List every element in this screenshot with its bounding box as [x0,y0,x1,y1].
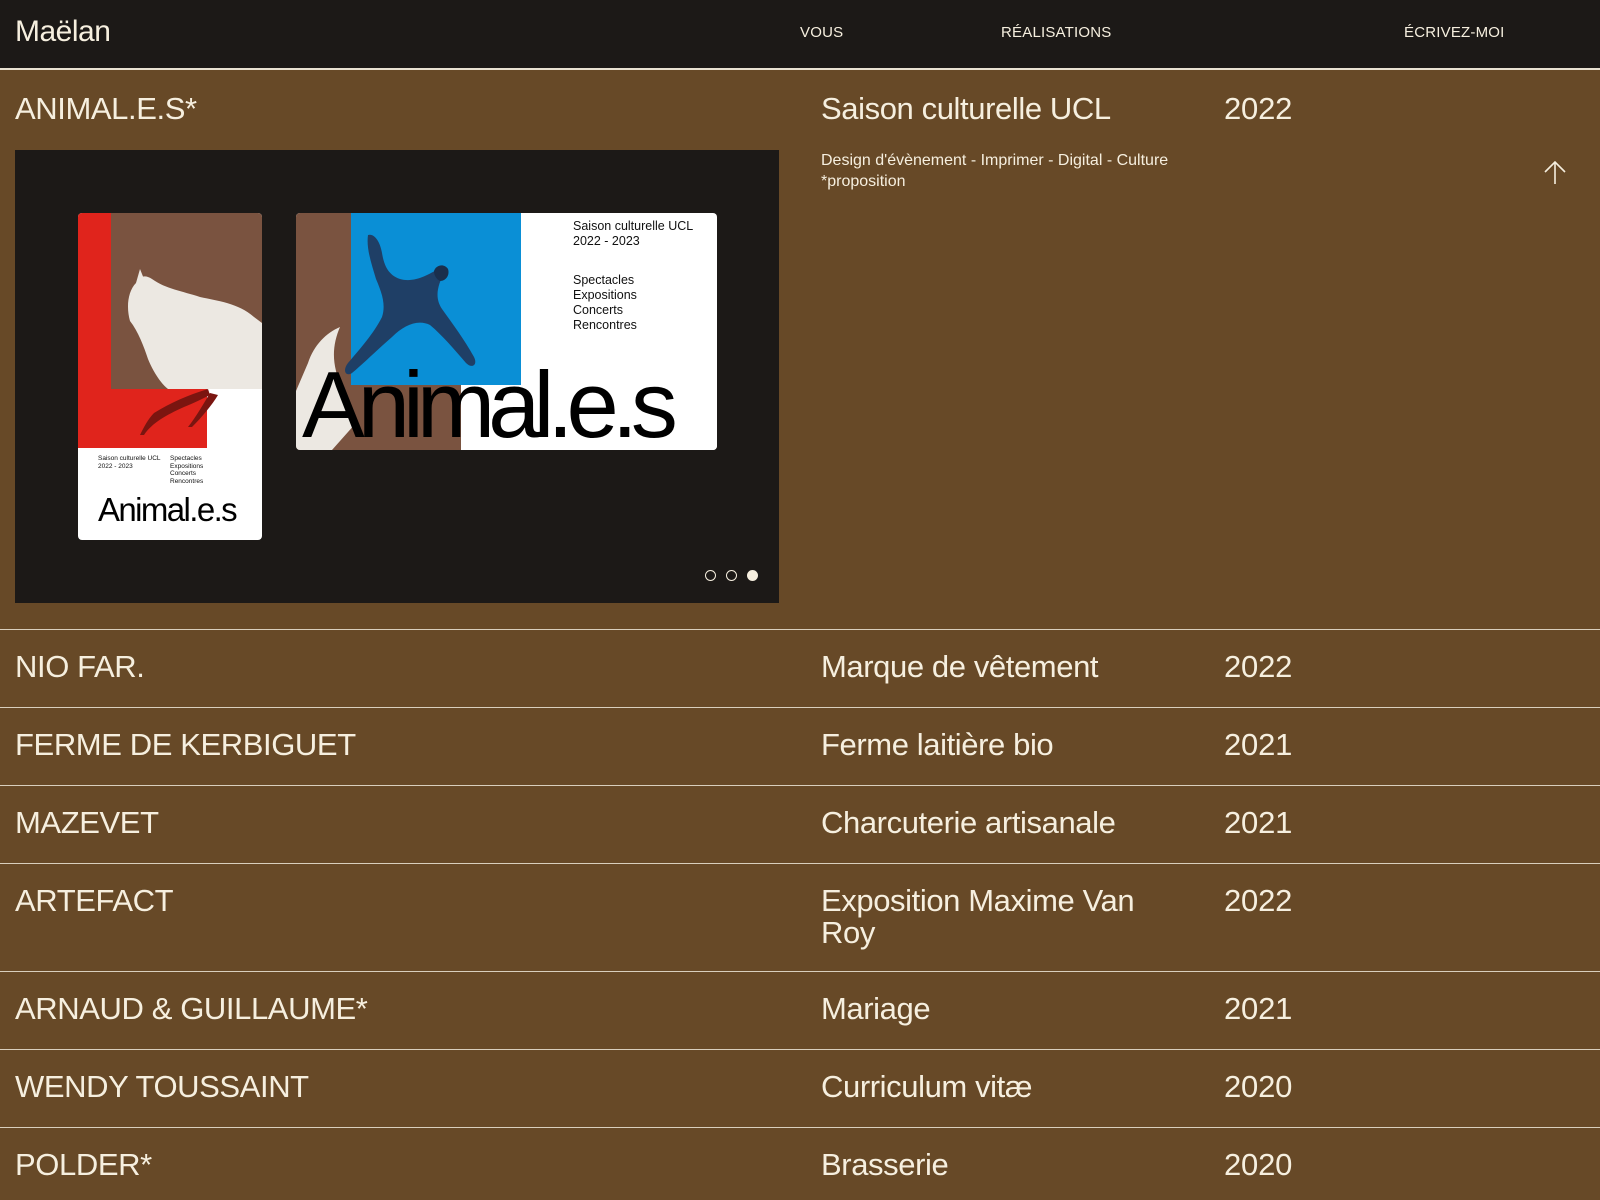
banner-list-item: Spectacles [573,273,635,287]
project-year: 2020 [1224,1147,1293,1182]
banner-info-line2: 2022 - 2023 [573,233,640,248]
project-row[interactable]: ARTEFACT Exposition Maxime Van Roy 2022 [0,864,1600,972]
project-row[interactable]: WENDY TOUSSAINT Curriculum vitæ 2020 [0,1050,1600,1128]
poster-info-line1: Saison culturelle UCL [98,455,161,462]
project-year: 2021 [1224,805,1293,840]
project-row-expanded: ANIMAL.E.S* Saison culturelle UCL 2022 D… [0,70,1600,630]
nav-realisations[interactable]: RÉALISATIONS [1001,24,1111,41]
project-year: 2021 [1224,727,1293,762]
project-description: Saison culturelle UCL [821,91,1111,126]
banner-title: Animal.e.s [302,352,678,451]
project-description: Mariage [821,991,931,1026]
poster-list-item: Concerts [170,470,197,477]
poster-info: Saison culturelle UCL 2022 - 2023 [98,455,161,470]
nav-ecrivez-moi[interactable]: ÉCRIVEZ-MOI [1404,24,1505,41]
project-name[interactable]: MAZEVET [15,806,159,840]
poster-list: Spectacles Expositions Concerts Rencontr… [170,455,203,485]
project-name[interactable]: ANIMAL.E.S* [15,92,197,126]
project-name[interactable]: ARNAUD & GUILLAUME* [15,992,368,1026]
banner-list-item: Concerts [573,303,624,317]
banner-list-item: Rencontres [573,318,637,332]
project-year: 2020 [1224,1069,1293,1104]
project-name[interactable]: WENDY TOUSSAINT [15,1070,309,1104]
project-carousel[interactable]: Saison culturelle UCL 2022 - 2023 Specta… [15,150,779,603]
banner-mockup: Saison culturelle UCL 2022 - 2023 Specta… [296,213,717,450]
poster-mockup: Saison culturelle UCL 2022 - 2023 Specta… [78,213,262,540]
project-year: 2022 [1224,649,1293,684]
project-tags: Design d'évènement - Imprimer - Digital … [821,150,1241,192]
project-note: *proposition [821,173,906,190]
poster-list-item: Expositions [170,462,204,470]
carousel-dot-1[interactable] [705,570,716,581]
banner-list-item: Expositions [573,288,637,302]
project-row[interactable]: NIO FAR. Marque de vêtement 2022 [0,630,1600,708]
project-description: Charcuterie artisanale [821,805,1116,840]
poster-list-item: Rencontres [170,477,204,485]
arrow-up-icon[interactable] [1540,158,1570,188]
project-year: 2022 [1224,883,1293,918]
carousel-dot-2[interactable] [726,570,737,581]
project-row[interactable]: MAZEVET Charcuterie artisanale 2021 [0,786,1600,864]
project-name[interactable]: POLDER* [15,1148,152,1182]
brand-logo[interactable]: Maëlan [15,15,111,49]
banner-list: Spectacles Expositions Concerts Rencontr… [573,273,637,333]
project-name[interactable]: FERME DE KERBIGUET [15,728,356,762]
nav-vous[interactable]: VOUS [800,24,843,41]
project-tags-text: Design d'évènement - Imprimer - Digital … [821,152,1169,169]
banner-info-line1: Saison culturelle UCL [573,219,694,233]
project-name[interactable]: ARTEFACT [15,884,174,918]
poster-title: Animal.e.s [98,491,238,528]
project-description: Curriculum vitæ [821,1069,1033,1104]
project-row[interactable]: ARNAUD & GUILLAUME* Mariage 2021 [0,972,1600,1050]
carousel-dot-3[interactable] [747,570,758,581]
project-row[interactable]: POLDER* Brasserie 2020 [0,1128,1600,1200]
project-description: Exposition Maxime Van Roy [821,883,1135,950]
banner-info: Saison culturelle UCL 2022 - 2023 [573,219,693,248]
project-description: Brasserie [821,1147,949,1182]
poster-list-item: Spectacles [170,455,202,462]
carousel-dots [705,570,765,584]
poster-info-line2: 2022 - 2023 [98,462,133,470]
project-year: 2021 [1224,991,1293,1026]
project-description: Ferme laitière bio [821,727,1054,762]
project-year: 2022 [1224,91,1293,126]
project-name[interactable]: NIO FAR. [15,650,145,684]
project-row[interactable]: FERME DE KERBIGUET Ferme laitière bio 20… [0,708,1600,786]
site-header: Maëlan VOUS RÉALISATIONS ÉCRIVEZ-MOI [0,0,1600,70]
project-description: Marque de vêtement [821,649,1099,684]
